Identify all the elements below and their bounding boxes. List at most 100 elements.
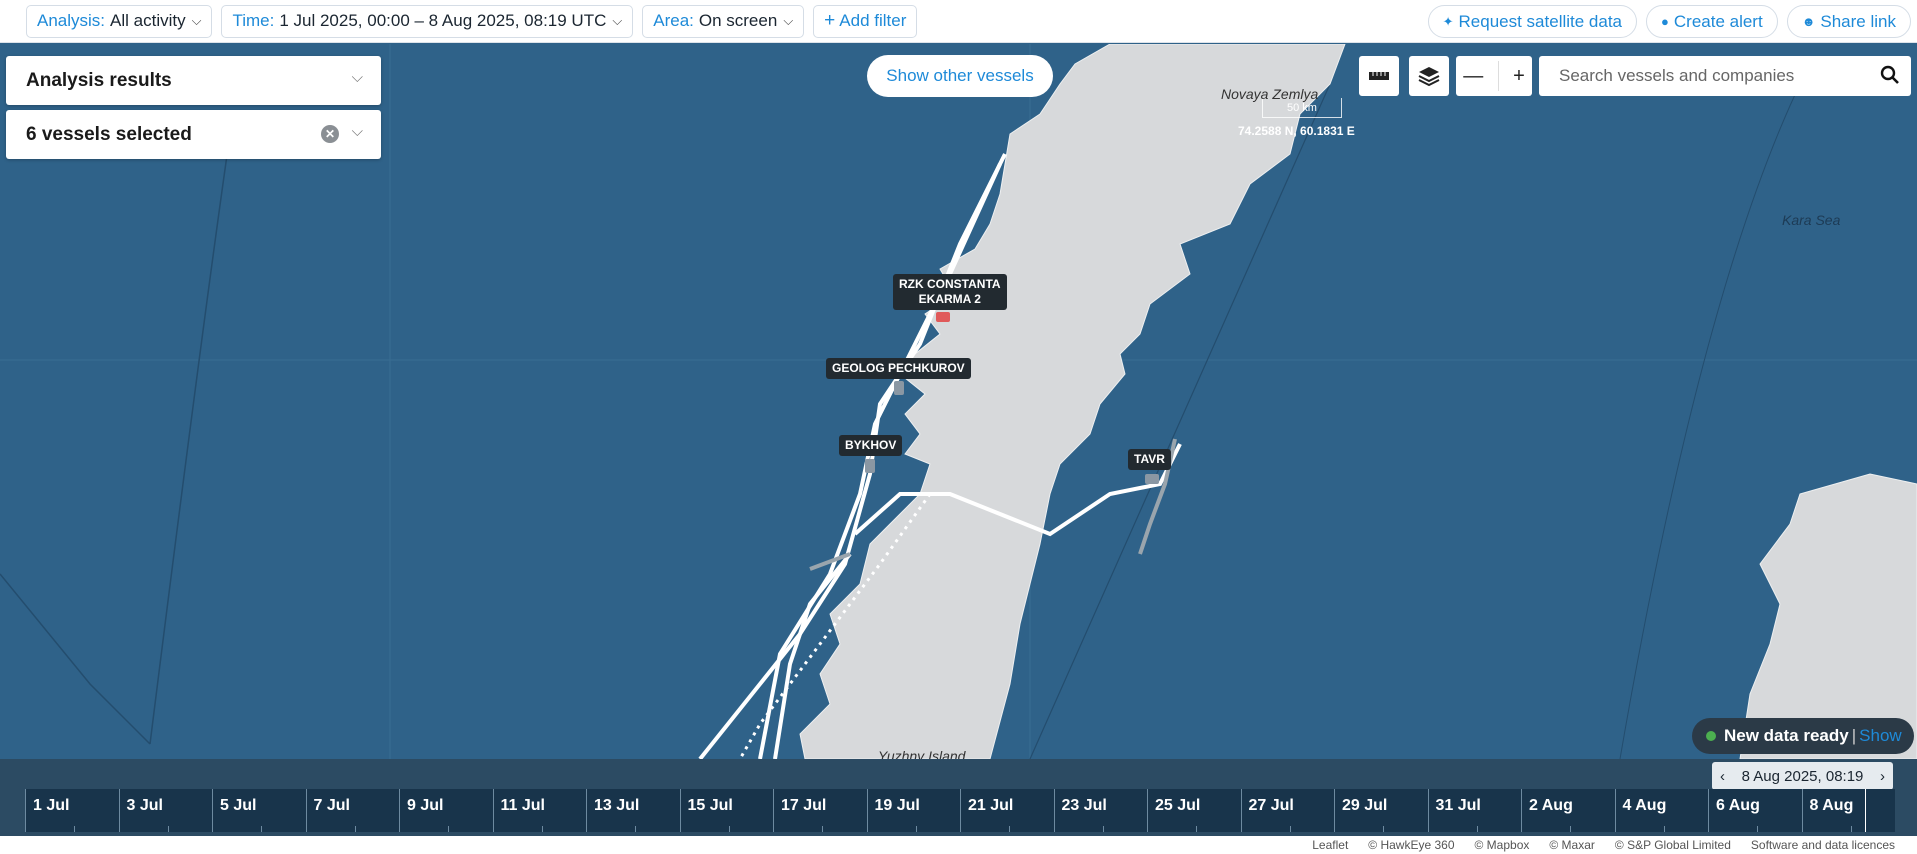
search-input[interactable] bbox=[1559, 66, 1859, 86]
request-satellite-label: Request satellite data bbox=[1458, 11, 1623, 31]
chevron-down-icon: ⌵ bbox=[191, 13, 202, 28]
bell-icon: ● bbox=[1661, 14, 1669, 29]
timeline: ‹ 8 Aug 2025, 08:19 › 1 Jul 3 Jul 5 Jul 7 J… bbox=[0, 759, 1917, 836]
timeline-tick: 2 Aug bbox=[1521, 789, 1615, 832]
vessel-name: TAVR bbox=[1134, 452, 1165, 466]
timeline-current-date: 8 Aug 2025, 08:19 bbox=[1741, 767, 1864, 785]
new-data-text: New data ready bbox=[1724, 726, 1849, 745]
analysis-filter-value: All activity bbox=[110, 11, 186, 30]
vessel-name: RZK CONSTANTA bbox=[899, 277, 1001, 291]
timeline-tick: 8 Aug bbox=[1801, 789, 1896, 832]
add-filter-label: Add filter bbox=[839, 11, 907, 30]
vessels-selected-panel[interactable]: 6 vessels selected ✕ ⌵ bbox=[6, 110, 381, 159]
timeline-date-control: ‹ 8 Aug 2025, 08:19 › bbox=[1712, 762, 1893, 790]
timeline-tick: 5 Jul bbox=[212, 789, 306, 832]
share-link-button[interactable]: ☻ Share link bbox=[1786, 5, 1911, 38]
search-icon[interactable] bbox=[1879, 64, 1901, 91]
chevron-left-icon[interactable]: ‹ bbox=[1720, 768, 1725, 785]
vessel-marker[interactable] bbox=[1145, 474, 1159, 484]
attribution-link[interactable]: © Mapbox bbox=[1475, 838, 1530, 852]
timeline-tick: 11 Jul bbox=[492, 789, 587, 832]
zoom-divider bbox=[1497, 61, 1499, 91]
timeline-tick: 4 Aug bbox=[1614, 789, 1709, 832]
add-filter-button[interactable]: + Add filter bbox=[813, 4, 918, 38]
timeline-tick: 27 Jul bbox=[1240, 789, 1335, 832]
place-label-novaya-zemlya: Novaya Zemlya bbox=[1221, 86, 1319, 102]
show-other-vessels-button[interactable]: Show other vessels bbox=[867, 55, 1053, 97]
vessel-label[interactable]: BYKHOV bbox=[839, 435, 903, 456]
share-link-label: Share link bbox=[1820, 11, 1896, 31]
island-land bbox=[1739, 473, 1917, 759]
chevron-down-icon[interactable]: ⌵ bbox=[352, 123, 363, 140]
timeline-track[interactable]: 1 Jul 3 Jul 5 Jul 7 Jul 9 Jul 11 Jul 13 Jul 15 … bbox=[25, 789, 1895, 832]
time-filter-value: 1 Jul 2025, 00:00 – 8 Aug 2025, 08:19 UT… bbox=[279, 11, 607, 30]
time-filter-button[interactable]: Time: 1 Jul 2025, 00:00 – 8 Aug 2025, 08… bbox=[221, 4, 634, 38]
vessel-search-box bbox=[1539, 56, 1911, 96]
licences-link[interactable]: Software and data licences bbox=[1751, 838, 1895, 852]
timeline-tick: 9 Jul bbox=[399, 789, 493, 832]
create-alert-button[interactable]: ● Create alert bbox=[1646, 5, 1778, 38]
vessel-name: GEOLOG PECHKUROV bbox=[832, 361, 965, 375]
vessel-label[interactable]: GEOLOG PECHKUROV bbox=[826, 358, 971, 379]
satellite-icon: ✦ bbox=[1442, 13, 1454, 29]
vessel-name: EKARMA 2 bbox=[918, 292, 981, 306]
place-label-yuzhny-island: Yuzhny Island bbox=[878, 748, 966, 759]
attribution-link[interactable]: © Maxar bbox=[1549, 838, 1595, 852]
chevron-down-icon[interactable]: ⌵ bbox=[352, 69, 363, 86]
timeline-tick: 6 Aug bbox=[1708, 789, 1802, 832]
header-actions: ✦ Request satellite data ● Create alert … bbox=[1419, 5, 1911, 38]
separator: | bbox=[1851, 726, 1857, 745]
vessel-name: BYKHOV bbox=[845, 438, 897, 452]
analysis-filter-label: Analysis: bbox=[37, 11, 106, 30]
area-filter-value: On screen bbox=[698, 11, 778, 30]
zoom-out-icon[interactable]: — bbox=[1463, 65, 1483, 88]
vessels-selected-title: 6 vessels selected bbox=[26, 123, 192, 145]
timeline-tick: 29 Jul bbox=[1334, 789, 1428, 832]
attribution-link[interactable]: © S&P Global Limited bbox=[1615, 838, 1731, 852]
chevron-right-icon[interactable]: › bbox=[1880, 768, 1885, 785]
plus-icon: + bbox=[824, 10, 836, 31]
cursor-coordinates: 74.2588 N, 60.1831 E bbox=[1238, 124, 1355, 138]
timeline-tick: 19 Jul bbox=[866, 789, 961, 832]
timeline-tick: 3 Jul bbox=[118, 789, 213, 832]
timeline-current-marker[interactable] bbox=[1865, 789, 1866, 832]
vessel-label[interactable]: TAVR bbox=[1128, 449, 1171, 470]
chevron-down-icon: ⌵ bbox=[783, 13, 794, 28]
vessel-label[interactable]: RZK CONSTANTA EKARMA 2 bbox=[893, 274, 1007, 310]
depth-contour bbox=[0, 573, 151, 745]
timeline-tick: 17 Jul bbox=[773, 789, 867, 832]
new-data-toast: New data ready | Show bbox=[1692, 718, 1914, 754]
analysis-filter-button[interactable]: Analysis: All activity ⌵ bbox=[26, 4, 213, 38]
area-filter-button[interactable]: Area: On screen ⌵ bbox=[642, 4, 805, 38]
attribution-link[interactable]: © HawkEye 360 bbox=[1368, 838, 1454, 852]
ruler-icon[interactable] bbox=[1359, 56, 1399, 96]
analysis-results-panel[interactable]: Analysis results ⌵ bbox=[6, 56, 381, 105]
create-alert-label: Create alert bbox=[1673, 11, 1763, 31]
attribution-footer: Leaflet © HawkEye 360 © Mapbox © Maxar © S&P… bbox=[0, 836, 1917, 854]
place-label-kara-sea: Kara Sea bbox=[1782, 212, 1841, 228]
timeline-tick: 25 Jul bbox=[1147, 789, 1241, 832]
timeline-tick: 31 Jul bbox=[1427, 789, 1522, 832]
vessel-marker[interactable] bbox=[936, 312, 950, 322]
area-filter-label: Area: bbox=[653, 11, 694, 30]
layers-icon[interactable] bbox=[1409, 56, 1449, 96]
zoom-in-icon[interactable]: + bbox=[1513, 65, 1525, 88]
users-icon: ☻ bbox=[1801, 14, 1816, 29]
zoom-controls: — + bbox=[1456, 56, 1532, 96]
clear-icon[interactable]: ✕ bbox=[321, 125, 339, 143]
status-dot bbox=[1706, 731, 1716, 741]
request-satellite-button[interactable]: ✦ Request satellite data bbox=[1427, 5, 1638, 38]
chevron-down-icon: ⌵ bbox=[612, 13, 623, 28]
attribution-link[interactable]: Leaflet bbox=[1312, 838, 1348, 852]
time-filter-label: Time: bbox=[232, 11, 275, 30]
top-filter-bar: Analysis: All activity ⌵ Time: 1 Jul 202… bbox=[0, 0, 1917, 43]
show-new-data-link[interactable]: Show bbox=[1859, 726, 1902, 746]
vessel-marker[interactable] bbox=[894, 381, 904, 395]
timeline-tick: 21 Jul bbox=[960, 789, 1054, 832]
depth-contour bbox=[149, 133, 231, 745]
timeline-tick: 13 Jul bbox=[586, 789, 680, 832]
timeline-tick: 1 Jul bbox=[25, 789, 119, 832]
vessel-marker[interactable] bbox=[865, 459, 875, 473]
analysis-results-title: Analysis results bbox=[26, 69, 172, 91]
timeline-tick: 15 Jul bbox=[679, 789, 774, 832]
